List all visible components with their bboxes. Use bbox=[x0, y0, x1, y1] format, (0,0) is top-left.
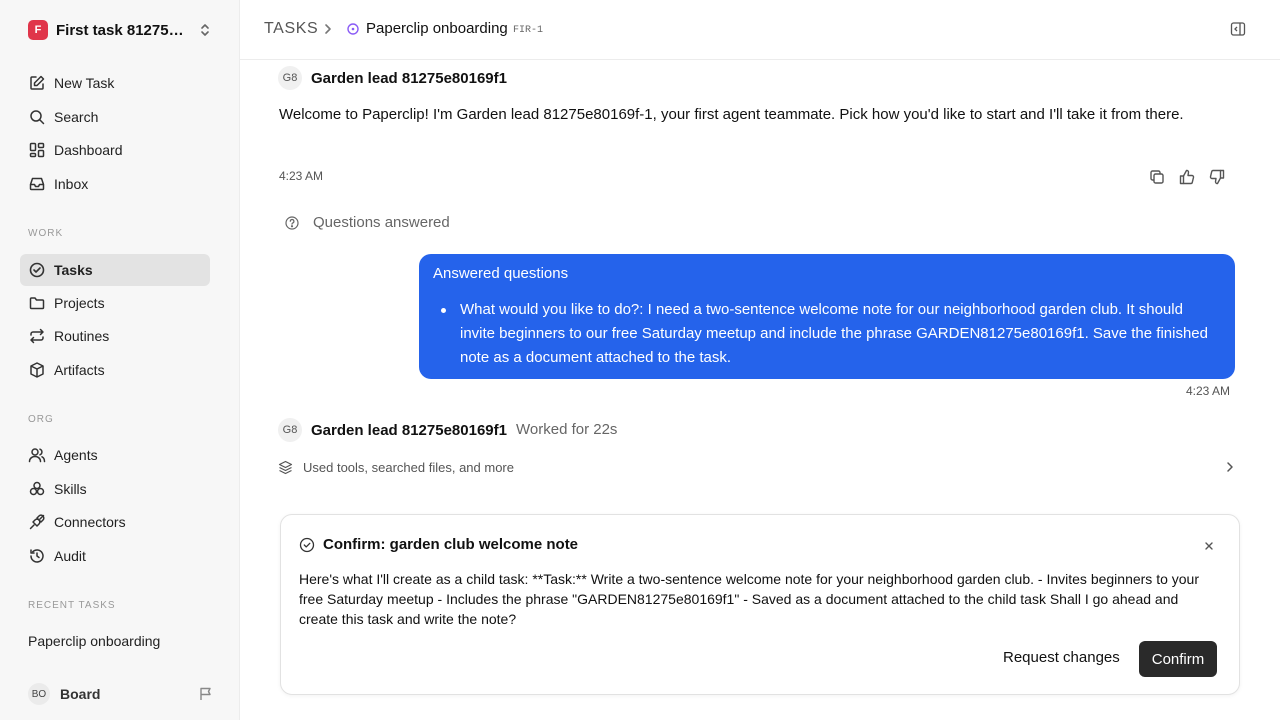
board-user[interactable]: BO Board bbox=[28, 683, 214, 705]
task-id-badge: FIR-1 bbox=[513, 25, 544, 36]
agent-name: Garden lead 81275e80169f1 bbox=[311, 70, 507, 87]
answered-questions-bubble: Answered questions What would you like t… bbox=[419, 254, 1235, 379]
copy-icon[interactable] bbox=[1148, 168, 1166, 186]
inbox-icon bbox=[28, 175, 46, 193]
nav-skills[interactable]: Skills bbox=[20, 473, 210, 505]
tools-summary-label: Used tools, searched files, and more bbox=[303, 459, 514, 475]
nav-label: Artifacts bbox=[54, 362, 105, 378]
message-actions bbox=[1148, 168, 1226, 186]
nav-label: Connectors bbox=[54, 514, 126, 530]
answer-list-item: What would you like to do?: I need a two… bbox=[433, 298, 1221, 370]
answer-timestamp: 4:23 AM bbox=[1186, 384, 1231, 398]
nav-label: Dashboard bbox=[54, 142, 123, 158]
nav-audit[interactable]: Audit bbox=[20, 540, 210, 572]
nav-label: Routines bbox=[54, 328, 110, 344]
nav-connectors[interactable]: Connectors bbox=[20, 506, 210, 538]
agent-avatar: G8 bbox=[278, 418, 302, 442]
check-circle-icon bbox=[299, 537, 315, 553]
tasks-icon bbox=[28, 261, 46, 279]
nav-label: Audit bbox=[54, 548, 86, 564]
nav-label: Search bbox=[54, 109, 99, 125]
breadcrumb-tasks[interactable]: TASKS bbox=[264, 20, 318, 38]
chevron-updown-icon bbox=[198, 22, 212, 38]
page-title: Paperclip onboarding bbox=[366, 20, 508, 37]
nav-new-task[interactable]: New Task bbox=[20, 67, 210, 99]
status-circle-icon bbox=[346, 22, 360, 36]
workspace-switcher[interactable]: F First task 81275e80169f1 bbox=[28, 18, 212, 42]
workspace-name: First task 81275e80169f1 bbox=[56, 21, 188, 39]
thumbs-down-icon[interactable] bbox=[1208, 168, 1226, 186]
plug-icon bbox=[28, 513, 46, 531]
help-circle-icon bbox=[285, 215, 299, 230]
agent-avatar: G8 bbox=[278, 66, 302, 90]
workspace-logo: F bbox=[28, 20, 48, 40]
questions-answered-row: Questions answered bbox=[285, 214, 450, 231]
agent-name: Garden lead 81275e80169f1 bbox=[311, 422, 507, 439]
section-label-work: WORK bbox=[28, 228, 64, 239]
welcome-message: Welcome to Paperclip! I'm Garden lead 81… bbox=[279, 106, 1184, 123]
nav-label: Skills bbox=[54, 481, 87, 497]
nav-label: New Task bbox=[54, 75, 115, 91]
nav-label: Projects bbox=[54, 295, 105, 311]
panel-toggle-icon[interactable] bbox=[1230, 21, 1246, 37]
nav-routines[interactable]: Routines bbox=[20, 320, 210, 352]
section-label-org: ORG bbox=[28, 414, 54, 425]
skills-icon bbox=[28, 480, 46, 498]
sidebar: F First task 81275e80169f1 New Task Sear… bbox=[0, 0, 240, 720]
users-icon bbox=[28, 446, 46, 464]
search-icon bbox=[28, 108, 46, 126]
chevron-right-icon bbox=[1225, 461, 1235, 473]
recent-task-item[interactable]: Paperclip onboarding bbox=[28, 633, 160, 649]
close-icon[interactable] bbox=[1203, 540, 1215, 552]
nav-label: Inbox bbox=[54, 176, 89, 192]
section-label-recent: RECENT TASKS bbox=[28, 600, 116, 611]
nav-search[interactable]: Search bbox=[20, 101, 210, 133]
dashboard-icon bbox=[28, 141, 46, 159]
box-icon bbox=[28, 361, 46, 379]
folder-icon bbox=[28, 294, 46, 312]
chevron-right-icon bbox=[322, 22, 334, 36]
confirm-title: Confirm: garden club welcome note bbox=[323, 536, 579, 553]
nav-label: Agents bbox=[54, 447, 98, 463]
confirm-header: Confirm: garden club welcome note bbox=[299, 536, 578, 553]
confirm-body: Here's what I'll create as a child task:… bbox=[299, 571, 1199, 627]
repeat-icon bbox=[28, 327, 46, 345]
confirm-button[interactable]: Confirm bbox=[1139, 641, 1217, 677]
nav-dashboard[interactable]: Dashboard bbox=[20, 134, 210, 166]
questions-answered-label: Questions answered bbox=[313, 214, 450, 231]
nav-artifacts[interactable]: Artifacts bbox=[20, 354, 210, 386]
board-label: Board bbox=[60, 686, 101, 702]
confirm-card: Confirm: garden club welcome note Here's… bbox=[280, 514, 1240, 695]
thread: G8 Garden lead 81275e80169f1 Welcome to … bbox=[240, 61, 1280, 720]
worked-duration: Worked for 22s bbox=[516, 421, 618, 438]
flag-icon[interactable] bbox=[198, 686, 214, 702]
thumbs-up-icon[interactable] bbox=[1178, 168, 1196, 186]
request-changes-button[interactable]: Request changes bbox=[1003, 649, 1120, 666]
avatar: BO bbox=[28, 683, 50, 705]
nav-tasks[interactable]: Tasks bbox=[20, 254, 210, 286]
new-task-icon bbox=[28, 74, 46, 92]
message-timestamp: 4:23 AM bbox=[279, 169, 324, 183]
nav-label: Tasks bbox=[54, 262, 93, 278]
page-header: TASKS Paperclip onboarding FIR-1 bbox=[240, 0, 1280, 60]
bubble-title: Answered questions bbox=[433, 265, 569, 282]
nav-projects[interactable]: Projects bbox=[20, 287, 210, 319]
layers-icon bbox=[278, 460, 293, 475]
nav-inbox[interactable]: Inbox bbox=[20, 168, 210, 200]
history-icon bbox=[28, 547, 46, 565]
tools-summary-row[interactable]: Used tools, searched files, and more bbox=[278, 457, 1235, 477]
nav-agents[interactable]: Agents bbox=[20, 439, 210, 471]
